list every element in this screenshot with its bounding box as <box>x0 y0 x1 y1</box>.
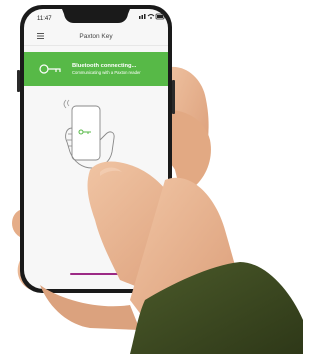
app-title: Paxton Key <box>79 33 113 40</box>
hamburger-menu-icon[interactable] <box>37 33 44 39</box>
photo-scene: 11:47 Paxton Key Bluetooth connecting...… <box>12 5 303 354</box>
power-button <box>172 80 175 114</box>
bluetooth-banner: Bluetooth connecting... Communicating wi… <box>24 52 168 86</box>
phone-notch <box>62 9 130 23</box>
volume-button <box>17 70 20 92</box>
status-time: 11:47 <box>37 16 52 22</box>
banner-heading: Bluetooth connecting... <box>72 63 137 69</box>
banner-background <box>24 52 168 86</box>
banner-subtext: Communicating with a Paxton reader <box>72 70 141 75</box>
home-indicator <box>70 273 120 275</box>
header-divider <box>24 45 168 46</box>
